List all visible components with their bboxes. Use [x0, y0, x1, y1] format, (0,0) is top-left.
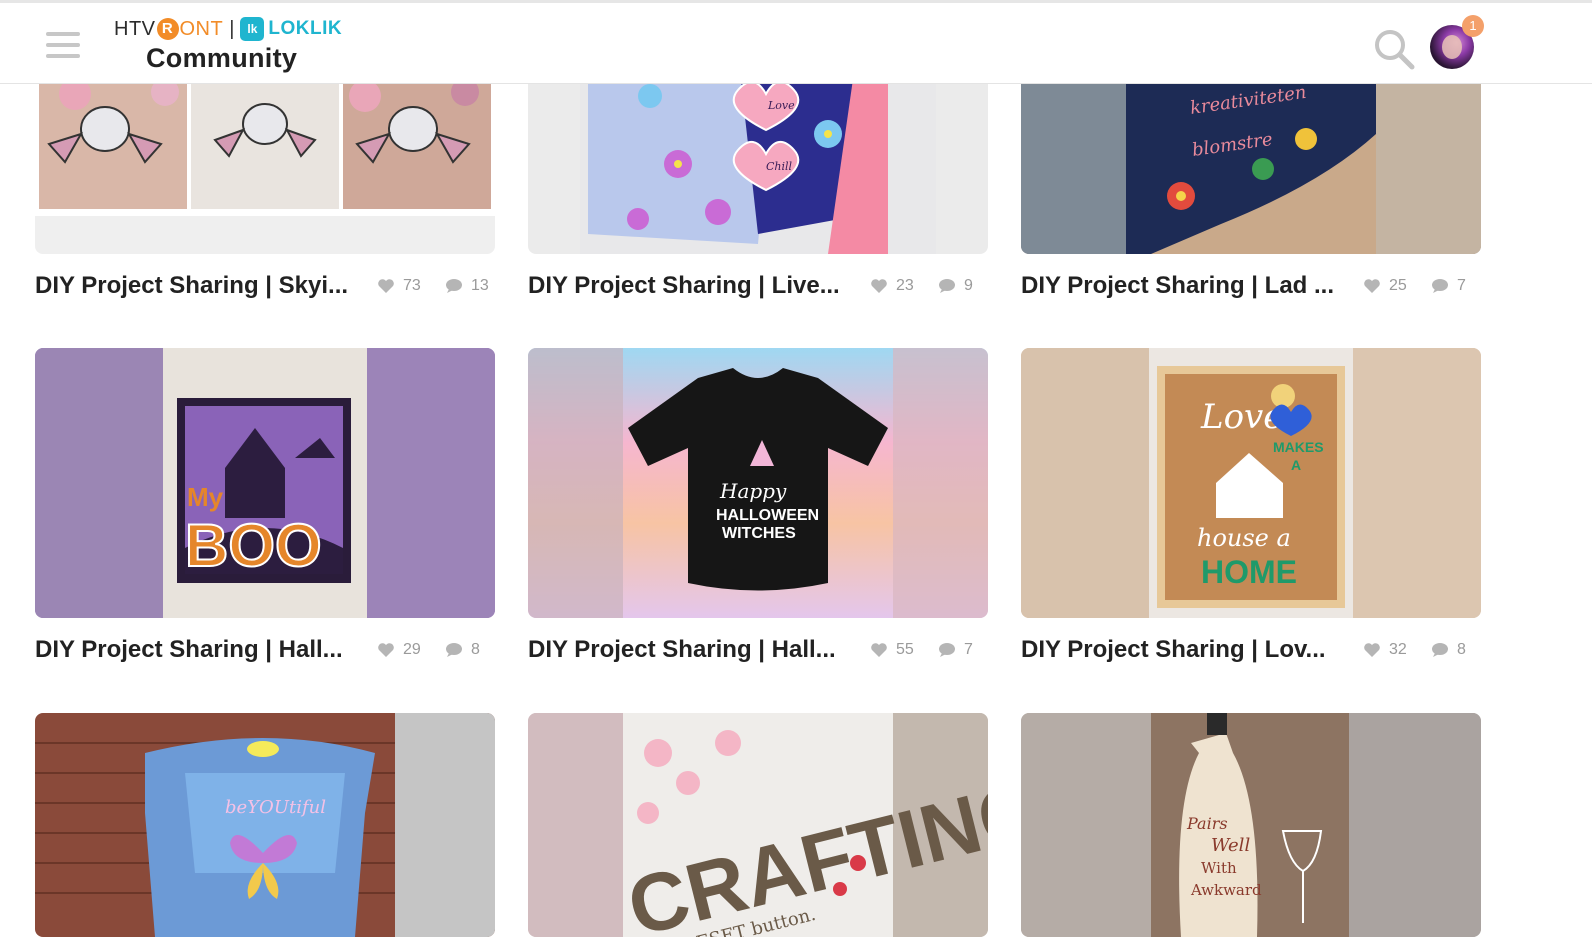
heart-icon	[378, 279, 394, 293]
board-a-text: A	[1291, 457, 1301, 473]
comment-count[interactable]: 8	[1431, 641, 1481, 659]
bottle-text-line1: Pairs	[1186, 814, 1228, 833]
post-thumbnail[interactable]: My BOO	[35, 348, 495, 618]
shirt-text-line3: WITCHES	[722, 525, 796, 542]
post-meta: DIY Project Sharing | Hall... 55 7	[528, 636, 988, 664]
like-count[interactable]: 23	[870, 277, 926, 295]
dress-text: beYOUtiful	[225, 797, 326, 818]
notification-badge[interactable]: 1	[1462, 15, 1484, 37]
hamburger-menu-icon[interactable]	[46, 30, 80, 60]
comment-icon	[939, 279, 955, 293]
post-thumbnail[interactable]: CRAFTING RESET button.	[528, 713, 988, 937]
post-meta: DIY Project Sharing | Lov... 32 8	[1021, 636, 1481, 664]
post-title[interactable]: DIY Project Sharing | Live...	[528, 272, 858, 300]
like-count[interactable]: 73	[377, 277, 433, 295]
post-thumbnail[interactable]: Pairs Well With Awkward	[1021, 713, 1481, 937]
post-card[interactable]: Love MAKES A house a HOME	[1021, 348, 1481, 618]
post-card[interactable]: My BOO	[35, 348, 495, 618]
brand-community-text: Community	[146, 43, 298, 73]
comment-icon	[446, 279, 462, 293]
comment-icon	[446, 643, 462, 657]
heart-icon	[1364, 643, 1380, 657]
like-count[interactable]: 29	[377, 641, 433, 659]
card-love-text: Love	[767, 99, 795, 112]
heart-icon	[378, 643, 394, 657]
post-card[interactable]: CRAFTING RESET button.	[528, 713, 988, 937]
comment-count[interactable]: 13	[445, 277, 495, 295]
heart-icon	[1364, 279, 1380, 293]
card-chill-text: Chill	[766, 160, 793, 173]
comment-icon	[939, 643, 955, 657]
shirt-text-line2: HALLOWEEN	[716, 507, 819, 524]
like-count[interactable]: 32	[1363, 641, 1419, 659]
brand-r-icon: R	[156, 18, 179, 40]
boo-my-text: My	[187, 482, 224, 512]
post-meta: DIY Project Sharing | Hall... 29 8	[35, 636, 495, 664]
heart-icon	[871, 643, 887, 657]
board-makes-text: MAKES	[1273, 439, 1324, 455]
bottle-text-line2: Well	[1211, 835, 1250, 856]
boo-text: BOO	[185, 512, 322, 579]
post-thumbnail[interactable]: Love MAKES A house a HOME	[1021, 348, 1481, 618]
comment-icon	[1432, 643, 1448, 657]
post-meta: DIY Project Sharing | Skyi... 73 13	[35, 272, 495, 300]
post-title[interactable]: DIY Project Sharing | Hall...	[35, 636, 365, 664]
post-title[interactable]: DIY Project Sharing | Lov...	[1021, 636, 1351, 664]
comment-count[interactable]: 8	[445, 641, 495, 659]
post-card[interactable]: beYOUtiful	[35, 713, 495, 937]
loklik-logo-icon: lk	[240, 17, 265, 41]
board-house-text: house a	[1197, 524, 1291, 552]
shirt-text-line1: Happy	[719, 479, 787, 503]
post-meta: DIY Project Sharing | Lad ... 25 7	[1021, 272, 1481, 300]
bottle-text-line3: With	[1201, 859, 1237, 877]
like-count[interactable]: 25	[1363, 277, 1419, 295]
heart-icon	[871, 279, 887, 293]
post-title[interactable]: DIY Project Sharing | Skyi...	[35, 272, 365, 300]
post-card[interactable]: Happy HALLOWEEN WITCHES	[528, 348, 988, 618]
brand-htv-text: HTV R ONT	[114, 17, 224, 40]
comment-count[interactable]: 7	[938, 641, 988, 659]
comment-count[interactable]: 7	[1431, 277, 1481, 295]
bottle-text-line4: Awkward	[1190, 881, 1262, 899]
post-card[interactable]: Pairs Well With Awkward	[1021, 713, 1481, 937]
post-title[interactable]: DIY Project Sharing | Hall...	[528, 636, 858, 664]
search-icon[interactable]	[1372, 27, 1416, 71]
post-thumbnail[interactable]: beYOUtiful	[35, 713, 495, 937]
brand-logo[interactable]: HTV R ONT | lk LOKLIK Community	[114, 15, 354, 77]
brand-loklik-text: LOKLIK	[268, 18, 343, 39]
comment-icon	[1432, 279, 1448, 293]
post-thumbnail[interactable]: Happy HALLOWEEN WITCHES	[528, 348, 988, 618]
post-title[interactable]: DIY Project Sharing | Lad ...	[1021, 272, 1351, 300]
comment-count[interactable]: 9	[938, 277, 988, 295]
top-navigation-bar: HTV R ONT | lk LOKLIK Community 1	[0, 0, 1592, 84]
like-count[interactable]: 55	[870, 641, 926, 659]
post-meta: DIY Project Sharing | Live... 23 9	[528, 272, 988, 300]
board-home-text: HOME	[1201, 554, 1297, 590]
brand-separator: |	[229, 17, 235, 40]
